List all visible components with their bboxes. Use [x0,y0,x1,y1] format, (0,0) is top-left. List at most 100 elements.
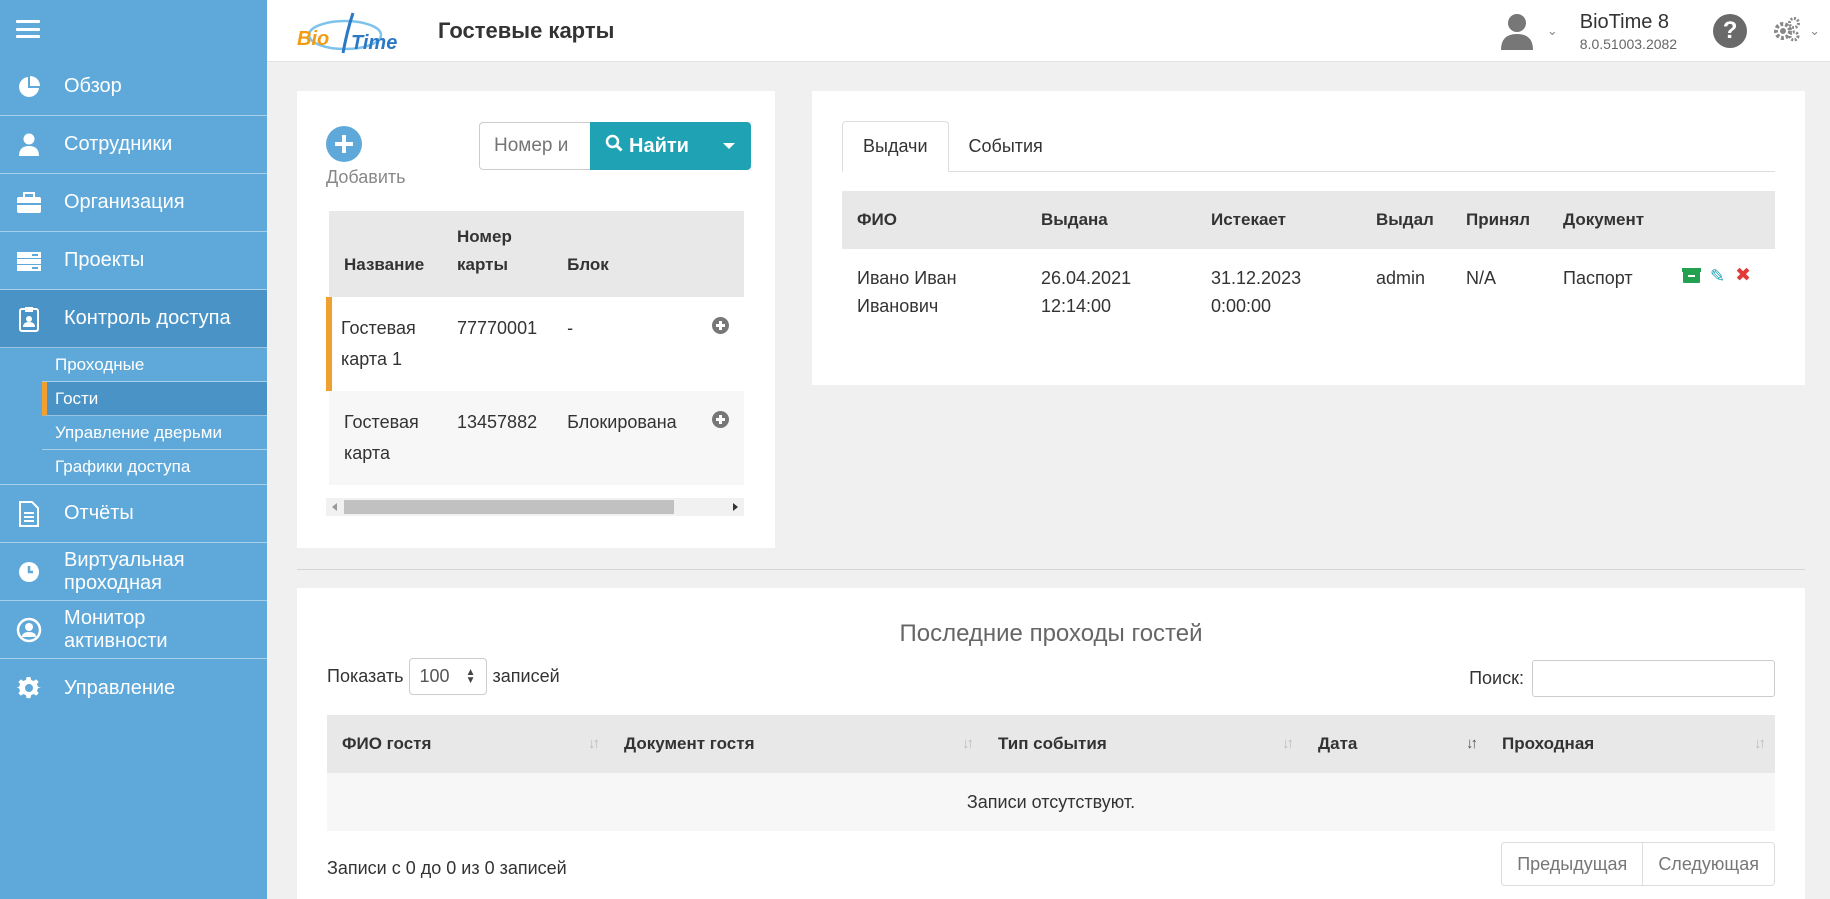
clock-icon [16,559,42,585]
biotime-logo[interactable]: Bio Time [295,11,405,54]
sidebar-subitem-checkpoints[interactable]: Проходные [42,348,267,382]
sidebar-item-label: Проекты [64,249,145,271]
sidebar-item-label: Организация [64,191,185,213]
sidebar-subitem-door-management[interactable]: Управление дверьми [42,416,267,450]
card-block-cell: Блокирована [552,391,697,485]
issue-issuer-cell: admin [1376,268,1426,288]
card-number-cell: 77770001 [442,297,553,391]
briefcase-icon [16,190,42,216]
column-header-document[interactable]: Документ [1548,191,1668,249]
passes-search-input[interactable] [1532,660,1775,697]
row-actions: ✎ ✖ [1682,264,1760,285]
table-header-row: ФИО гостя ↓↑ Документ гостя ↓↑ Тип события… [327,715,1775,773]
help-icon[interactable]: ? [1713,14,1748,48]
column-header-fio[interactable]: ФИО [842,191,1026,249]
sidebar-item-access-control[interactable]: Контроль доступа [0,290,267,348]
pencil-icon[interactable]: ✎ [1710,267,1725,285]
document-icon [16,500,42,527]
column-header-label: ФИО гостя [342,734,432,753]
sidebar-item-virtual-checkpoint[interactable]: Виртуальная проходная [0,543,267,601]
plus-circle-icon[interactable] [712,317,729,334]
issues-tabs: Выдачи События [842,121,1775,172]
column-header-receiver[interactable]: Принял [1451,191,1548,249]
column-header-expires[interactable]: Истекает [1196,191,1361,249]
page-title: Гостевые карты [438,17,615,43]
sidebar-item-label: Сотрудники [64,133,173,155]
column-header-guest-document[interactable]: Документ гостя ↓↑ [609,715,983,773]
section-divider [297,569,1805,570]
column-header-event-type[interactable]: Тип события ↓↑ [983,715,1303,773]
table-row[interactable]: Гостевая карта 13457882 Блокирована [329,391,744,485]
settings-gears-icon[interactable] [1773,16,1803,46]
svg-text:Time: Time [351,32,397,54]
table-row[interactable]: Ивано Иван Иванович 26.04.2021 12:14:00 … [842,249,1775,335]
records-label: записей [492,666,560,686]
column-header-issuer[interactable]: Выдал [1361,191,1451,249]
card-number-cell: 13457882 [442,391,553,485]
column-header-label: Документ гостя [624,734,755,753]
prev-page-button[interactable]: Предыдущая [1502,843,1642,885]
plus-circle-icon[interactable] [712,411,729,428]
row-action-cell [697,391,744,485]
sidebar-subitem-access-schedules[interactable]: Графики доступа [42,450,267,484]
tab-issues[interactable]: Выдачи [842,121,949,172]
column-header-checkpoint[interactable]: Проходная ↓↑ [1487,715,1775,773]
column-header-guest-name[interactable]: ФИО гостя ↓↑ [327,715,609,773]
user-circle-icon [16,617,42,643]
find-button[interactable]: Найти [590,122,751,170]
column-header-block[interactable]: Блок [552,211,744,297]
issues-table: ФИО Выдана Истекает Выдал Принял Докумен… [842,191,1775,335]
sidebar-item-label: Обзор [64,75,122,97]
sort-icon: ↓↑ [962,735,974,752]
page-size-value: 100 [419,666,450,686]
top-header: Bio Time Гостевые карты ⌄ BioTime 8 8.0.… [267,0,1830,62]
sidebar-item-employees[interactable]: Сотрудники [0,116,267,174]
passes-table: ФИО гостя ↓↑ Документ гостя ↓↑ Тип события… [327,715,1775,831]
sidebar-item-overview[interactable]: Обзор [0,58,267,116]
scrollbar-thumb[interactable] [344,500,674,514]
table-row[interactable]: Гостевая карта 1 77770001 - [326,297,744,391]
sort-icon: ↓↑ [1282,735,1294,752]
sidebar-item-reports[interactable]: Отчёты [0,485,267,543]
issue-expires-cell: 31.12.2023 0:00:00 [1211,268,1302,316]
issue-actions-cell: ✎ ✖ [1668,249,1775,335]
dropdown-caret-icon[interactable] [722,143,735,149]
sidebar-subitem-guests[interactable]: Гости [42,382,267,416]
scroll-right-arrow-icon[interactable] [733,503,738,511]
sidebar-item-label: Контроль доступа [64,307,231,329]
user-avatar-icon[interactable] [1497,11,1537,51]
card-search-input[interactable] [479,122,590,170]
sidebar-item-label: Отчёты [64,502,134,524]
sidebar-item-organization[interactable]: Организация [0,174,267,232]
sidebar-item-management[interactable]: Управление [0,659,267,717]
delete-x-icon[interactable]: ✖ [1735,266,1751,285]
column-header-issued[interactable]: Выдана [1026,191,1196,249]
horizontal-scrollbar[interactable] [326,498,744,516]
page-size-select[interactable]: 100 ▲ ▼ [408,658,487,695]
chevron-down-icon[interactable]: ⌄ [1547,23,1558,39]
pie-chart-icon [16,74,42,100]
column-header-number[interactable]: Номер карты [442,211,553,297]
access-control-submenu: Проходные Гости Управление дверьми Графи… [0,348,267,485]
header-right: ⌄ BioTime 8 8.0.51003.2082 ? ⌄ [1497,0,1830,62]
column-header-date[interactable]: Дата ↓↑ [1303,715,1487,773]
sort-ascending-icon: ↓↑ [1466,735,1478,752]
column-header-actions [1668,191,1775,249]
column-header-label: Дата [1318,734,1358,753]
sidebar-item-activity-monitor[interactable]: Монитор активности [0,601,267,659]
chevron-down-icon[interactable]: ⌄ [1809,23,1820,39]
card-search-group: Найти [479,122,751,170]
next-page-button[interactable]: Следующая [1642,843,1774,885]
user-icon [16,132,42,158]
svg-text:Bio: Bio [297,28,329,50]
add-card-button[interactable]: Добавить [326,126,416,188]
guest-cards-table: Название Номер карты Блок Гостевая карта… [326,211,744,485]
hamburger-menu-icon[interactable] [16,20,40,38]
guest-cards-panel: Добавить Найти Название Номер карты Блок… [297,91,775,548]
show-label: Показать [327,666,404,686]
archive-icon[interactable] [1682,268,1701,283]
column-header-name[interactable]: Название [329,211,442,297]
scroll-left-arrow-icon[interactable] [332,503,337,511]
sidebar-item-projects[interactable]: Проекты [0,232,267,290]
tab-events[interactable]: События [949,121,1063,172]
